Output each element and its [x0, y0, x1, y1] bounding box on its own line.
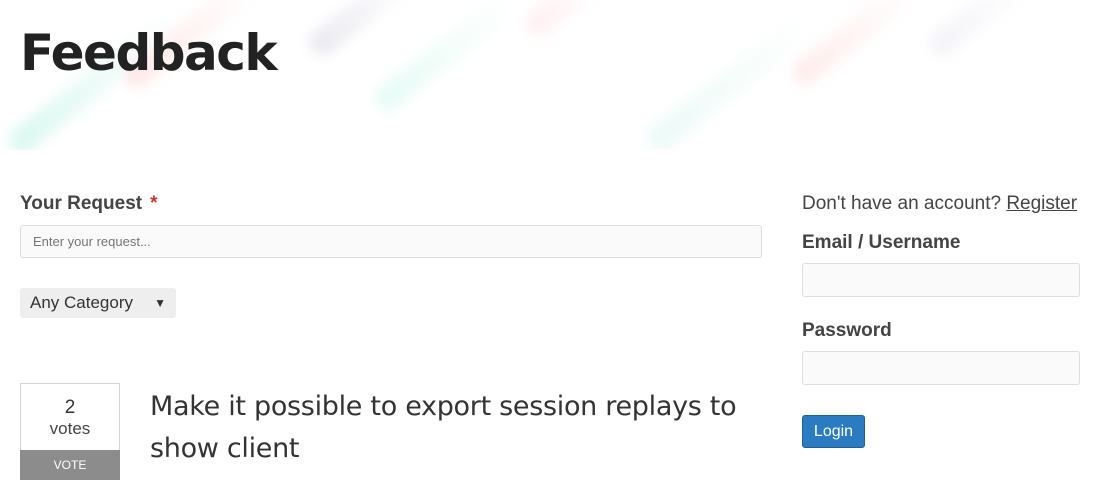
vote-widget: 2 votes VOTE	[20, 383, 120, 480]
vote-count: 2	[64, 397, 76, 418]
password-label: Password	[802, 320, 892, 341]
vote-button[interactable]: VOTE	[20, 450, 120, 480]
category-select[interactable]: Any Category ▼	[20, 288, 176, 318]
decorative-streak	[370, 0, 520, 116]
request-input[interactable]	[20, 225, 762, 258]
page-title: Feedback	[20, 24, 278, 82]
account-prompt-text: Don't have an account?	[802, 193, 1002, 214]
email-field[interactable]	[802, 263, 1080, 297]
register-link[interactable]: Register	[1006, 193, 1077, 214]
hero-banner: Feedback	[0, 0, 1100, 150]
request-label-text: Your Request	[20, 193, 143, 214]
request-label: Your Request *	[20, 193, 158, 215]
email-label: Email / Username	[802, 232, 961, 253]
password-field[interactable]	[802, 351, 1080, 385]
vote-count-label: votes	[49, 419, 91, 438]
idea-title-link[interactable]: Make it possible to export session repla…	[150, 386, 760, 470]
decorative-streak	[787, 0, 923, 90]
decorative-streak	[304, 0, 416, 61]
decorative-streak	[521, 0, 609, 41]
chevron-down-icon: ▼	[154, 296, 166, 310]
decorative-streak	[924, 0, 1036, 61]
required-marker: *	[150, 193, 158, 214]
login-button[interactable]: Login	[802, 415, 865, 448]
decorative-streak	[643, 11, 817, 150]
account-prompt: Don't have an account? Register	[802, 193, 1077, 215]
category-select-value: Any Category	[30, 293, 133, 312]
